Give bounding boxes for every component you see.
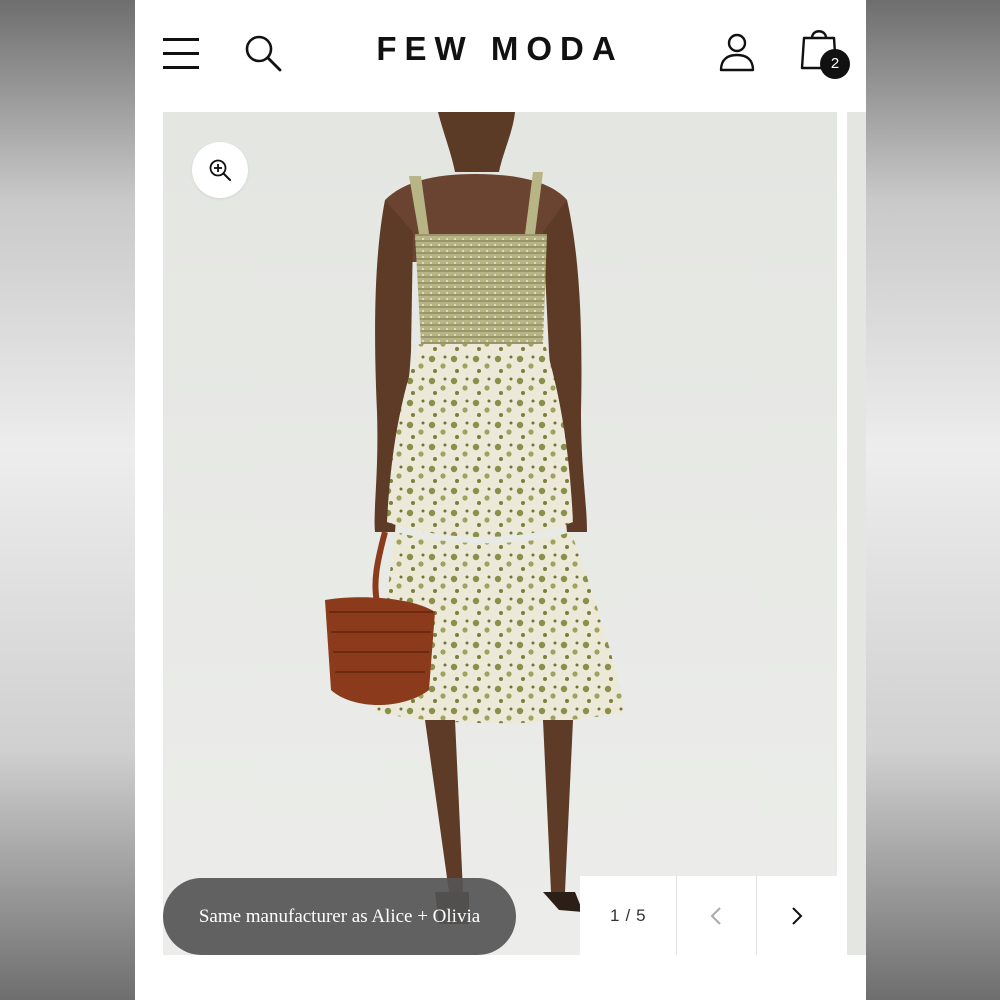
image-caption: Same manufacturer as Alice + Olivia (163, 878, 516, 955)
backdrop-left (0, 0, 135, 1000)
chevron-left-icon[interactable] (677, 876, 758, 955)
slide-separator: / (625, 905, 631, 925)
chevron-right-icon[interactable] (757, 876, 837, 955)
slide-total: 5 (636, 905, 646, 925)
search-icon[interactable] (243, 33, 283, 73)
product-image-gallery[interactable]: Same manufacturer as Alice + Olivia 1 / … (163, 112, 837, 955)
menu-icon[interactable] (163, 36, 199, 70)
product-page: FEW MODA 2 Same manufacturer as Alice + … (135, 0, 866, 1000)
next-slide-peek[interactable] (847, 112, 866, 955)
slide-current: 1 (609, 905, 620, 925)
brand-logo[interactable]: FEW MODA (350, 30, 650, 68)
gallery-pager: 1 / 5 (580, 876, 837, 955)
zoom-in-icon[interactable] (192, 142, 248, 198)
backdrop-right (866, 0, 1000, 1000)
account-icon[interactable] (717, 32, 757, 74)
shopping-bag-icon[interactable]: 2 (799, 24, 851, 80)
slide-counter: 1 / 5 (580, 876, 677, 955)
product-photo (163, 112, 837, 955)
site-header: FEW MODA 2 (135, 0, 866, 108)
cart-count-badge: 2 (820, 49, 850, 79)
